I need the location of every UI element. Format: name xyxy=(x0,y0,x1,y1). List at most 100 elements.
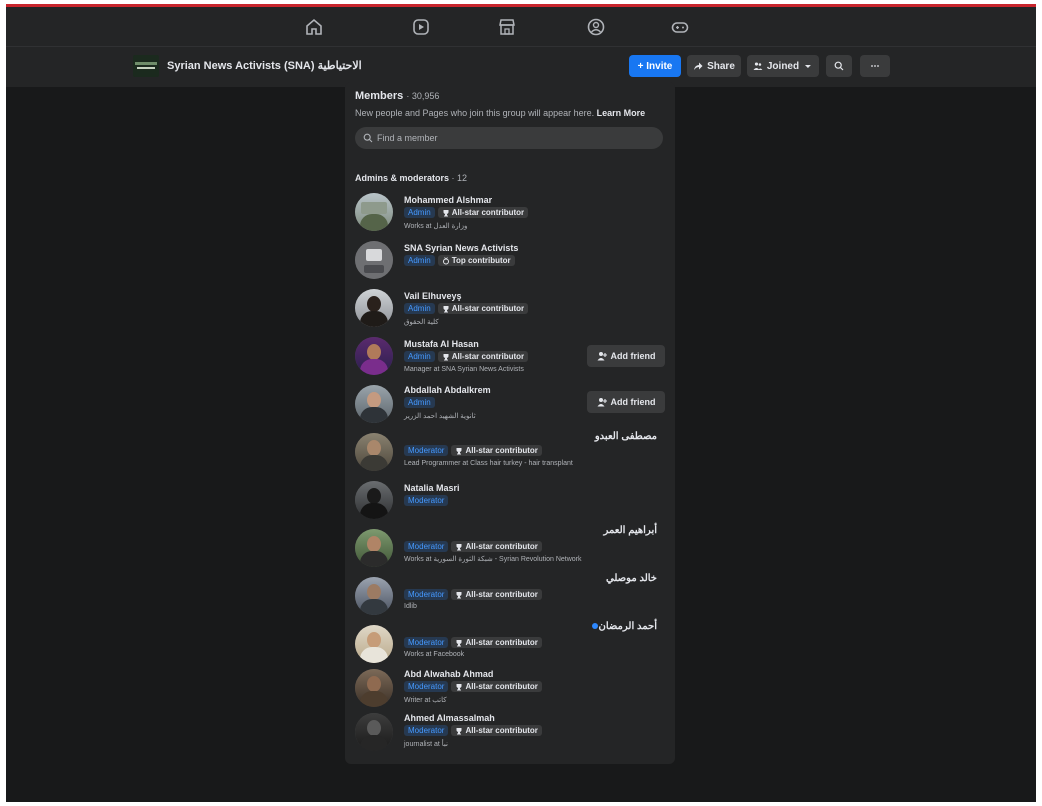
member-name[interactable]: Natalia Masri xyxy=(404,483,460,493)
avatar[interactable] xyxy=(355,289,393,327)
add-friend-button[interactable]: Add friend xyxy=(587,345,665,367)
member-name[interactable]: أبراهيم العمر xyxy=(603,525,657,536)
member-name[interactable]: Vail Elhuveyş xyxy=(404,291,462,301)
share-label: Share xyxy=(707,60,735,72)
contributor-badge: All-star contributor xyxy=(451,589,542,600)
add-friend-button[interactable]: Add friend xyxy=(587,391,665,413)
members-panel: Members · 30,956 New people and Pages wh… xyxy=(345,82,675,764)
member-name[interactable]: خالد موصلي xyxy=(606,573,657,584)
member-info: Works at شبكة الثورة السورية - Syrian Re… xyxy=(404,556,582,563)
learn-more-link[interactable]: Learn More xyxy=(597,108,646,118)
member-name[interactable]: Abd Alwahab Ahmad xyxy=(404,669,493,679)
member-row[interactable]: Abdallah Abdalkrem Admin ثانوية الشهيد ا… xyxy=(345,381,675,427)
share-button[interactable]: Share xyxy=(687,55,741,77)
joined-button[interactable]: Joined xyxy=(747,55,819,77)
role-badge: Admin xyxy=(404,207,435,218)
member-name[interactable]: Mohammed Alshmar xyxy=(404,195,492,205)
more-icon xyxy=(871,65,879,67)
group-cover-thumbnail[interactable] xyxy=(133,55,159,77)
avatar[interactable] xyxy=(355,241,393,279)
contributor-badge: All-star contributor xyxy=(437,207,529,218)
avatar[interactable] xyxy=(355,625,393,663)
member-row[interactable]: SNA Syrian News Activists Admin Top cont… xyxy=(345,237,675,283)
member-row[interactable]: أبراهيم العمر Moderator All-star contrib… xyxy=(345,525,675,571)
member-row[interactable]: مصطفى العبدو Moderator All-star contribu… xyxy=(345,429,675,475)
medal-icon xyxy=(442,256,449,264)
role-badge: Moderator xyxy=(404,589,449,600)
groups-icon[interactable] xyxy=(586,17,606,37)
find-member-input[interactable] xyxy=(377,133,657,143)
role-badge: Moderator xyxy=(404,725,449,736)
member-badges: Admin All-star contributor xyxy=(404,303,529,314)
avatar[interactable] xyxy=(355,337,393,375)
avatar[interactable] xyxy=(355,481,393,519)
trophy-icon xyxy=(443,353,449,360)
role-badge: Moderator xyxy=(404,445,449,456)
role-badge: Admin xyxy=(404,255,435,266)
trophy-icon xyxy=(443,305,449,312)
add-friend-label: Add friend xyxy=(610,397,656,407)
contributor-badge: All-star contributor xyxy=(451,637,542,648)
member-info: Works at وزارة العدل xyxy=(404,223,468,230)
avatar[interactable] xyxy=(355,529,393,567)
trophy-icon xyxy=(456,727,462,734)
member-name-wrapper[interactable]: أحمد الرمضان xyxy=(588,621,657,632)
member-badges: Admin All-star contributor xyxy=(404,351,529,362)
avatar[interactable] xyxy=(355,193,393,231)
member-row[interactable]: خالد موصلي Moderator All-star contributo… xyxy=(345,573,675,619)
member-badges: Moderator All-star contributor xyxy=(404,637,542,648)
chevron-down-icon xyxy=(805,65,812,68)
member-badges: Moderator All-star contributor xyxy=(404,725,542,736)
member-row[interactable]: Natalia Masri Moderator xyxy=(345,477,675,523)
member-badges: Moderator All-star contributor xyxy=(404,541,542,552)
members-subtitle-text: New people and Pages who join this group… xyxy=(355,108,595,118)
contributor-badge: All-star contributor xyxy=(437,303,529,314)
role-badge: Admin xyxy=(404,351,435,362)
member-row[interactable]: Ahmed Almassalmah Moderator All-star con… xyxy=(345,709,675,755)
member-name[interactable]: Mustafa Al Hasan xyxy=(404,339,479,349)
member-name[interactable]: Ahmed Almassalmah xyxy=(404,713,495,723)
member-row[interactable]: Abd Alwahab Ahmad Moderator All-star con… xyxy=(345,665,675,711)
contributor-label: All-star contributor xyxy=(451,304,525,313)
member-name[interactable]: Abdallah Abdalkrem xyxy=(404,385,491,395)
home-icon[interactable] xyxy=(304,17,324,37)
member-badges: Moderator xyxy=(404,495,449,506)
contributor-badge: All-star contributor xyxy=(451,725,542,736)
search-icon xyxy=(834,61,844,71)
member-row[interactable]: Mohammed Alshmar Admin All-star contribu… xyxy=(345,189,675,235)
gaming-icon[interactable] xyxy=(670,17,690,37)
member-name[interactable]: أحمد الرمضان xyxy=(598,621,657,632)
video-icon[interactable] xyxy=(411,17,431,37)
member-name[interactable]: SNA Syrian News Activists xyxy=(404,243,518,253)
avatar[interactable] xyxy=(355,385,393,423)
search-button[interactable] xyxy=(826,55,852,77)
group-title[interactable]: Syrian News Activists (SNA) الاحتياطية xyxy=(167,59,362,72)
members-subtitle: New people and Pages who join this group… xyxy=(355,108,645,118)
contributor-badge: All-star contributor xyxy=(451,681,542,692)
invite-button[interactable]: + Invite xyxy=(629,55,681,77)
add-friend-icon xyxy=(597,352,607,361)
member-badges: Moderator All-star contributor xyxy=(404,681,542,692)
member-row[interactable]: أحمد الرمضان Moderator All-star contribu… xyxy=(345,621,675,667)
marketplace-icon[interactable] xyxy=(497,17,517,37)
member-badges: Admin xyxy=(404,397,435,408)
role-badge: Admin xyxy=(404,397,435,408)
member-row[interactable]: Vail Elhuveyş Admin All-star contributor… xyxy=(345,285,675,331)
member-badges: Admin Top contributor xyxy=(404,255,515,266)
member-info: Writer at كاتب xyxy=(404,697,447,704)
members-title: Members xyxy=(355,90,404,102)
member-name[interactable]: مصطفى العبدو xyxy=(595,431,657,442)
members-count: · 30,956 xyxy=(406,91,440,101)
find-member-search[interactable] xyxy=(355,127,663,149)
member-info: Works at Facebook xyxy=(404,651,465,658)
avatar[interactable] xyxy=(355,669,393,707)
app-window: Syrian News Activists (SNA) الاحتياطية +… xyxy=(6,4,1036,802)
avatar[interactable] xyxy=(355,713,393,751)
member-info: Lead Programmer at Class hair turkey - h… xyxy=(404,460,573,467)
add-friend-icon xyxy=(597,398,607,407)
avatar[interactable] xyxy=(355,433,393,471)
member-row[interactable]: Mustafa Al Hasan Admin All-star contribu… xyxy=(345,333,675,379)
member-info: كلية الحقوق xyxy=(404,319,439,326)
avatar[interactable] xyxy=(355,577,393,615)
more-options-button[interactable] xyxy=(860,55,890,77)
